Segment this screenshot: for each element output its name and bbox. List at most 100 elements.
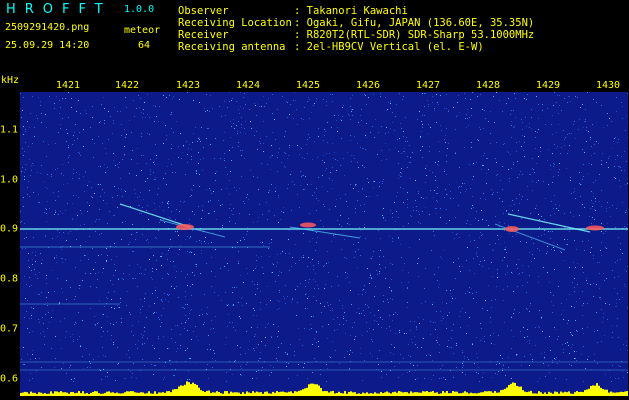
signal-level-bar <box>572 393 574 396</box>
noise-dot <box>559 163 560 164</box>
noise-dot <box>226 381 227 382</box>
noise-dot <box>574 191 575 192</box>
noise-dot <box>189 379 190 380</box>
noise-dot <box>538 118 539 119</box>
noise-dot <box>243 282 244 283</box>
noise-dot <box>161 315 162 316</box>
noise-dot <box>247 194 248 195</box>
noise-dot <box>330 357 331 358</box>
noise-dot <box>303 367 304 368</box>
noise-dot <box>327 142 328 143</box>
noise-dot <box>61 288 62 289</box>
noise-dot <box>411 339 412 340</box>
noise-dot <box>188 318 189 319</box>
noise-dot <box>522 129 523 130</box>
noise-dot <box>392 299 393 300</box>
noise-dot <box>403 188 404 189</box>
noise-dot <box>72 178 73 179</box>
noise-dot <box>255 334 256 335</box>
noise-dot <box>330 310 331 311</box>
noise-dot <box>587 327 588 328</box>
noise-dot <box>327 191 328 192</box>
noise-dot <box>215 276 216 277</box>
noise-dot <box>156 260 157 261</box>
noise-dot <box>358 308 359 309</box>
noise-dot <box>106 261 107 262</box>
noise-dot <box>262 367 263 368</box>
noise-dot <box>38 194 39 195</box>
noise-dot <box>409 371 410 372</box>
noise-dot <box>445 142 446 143</box>
noise-dot <box>598 143 599 144</box>
noise-dot <box>364 285 365 286</box>
noise-dot <box>475 218 476 219</box>
noise-dot <box>149 190 150 191</box>
noise-dot <box>436 340 437 341</box>
signal-level-bar <box>480 392 482 396</box>
noise-dot <box>436 193 437 194</box>
noise-dot <box>496 92 497 93</box>
noise-dot <box>75 296 76 297</box>
noise-dot <box>509 233 510 234</box>
noise-dot <box>234 128 235 129</box>
noise-dot <box>342 305 343 306</box>
noise-dot <box>621 170 622 171</box>
noise-dot <box>591 191 592 192</box>
noise-dot <box>571 193 572 194</box>
noise-dot <box>617 293 618 294</box>
noise-dot <box>561 110 562 111</box>
noise-dot <box>619 366 620 367</box>
noise-dot <box>309 329 310 330</box>
noise-dot <box>324 206 325 207</box>
noise-dot <box>307 101 308 102</box>
noise-dot <box>427 100 428 101</box>
noise-dot <box>297 194 298 195</box>
noise-dot <box>29 277 30 278</box>
noise-dot <box>228 314 229 315</box>
noise-dot <box>326 101 327 102</box>
noise-dot <box>529 252 530 253</box>
noise-dot <box>381 126 382 127</box>
noise-dot <box>615 306 616 307</box>
noise-dot <box>503 144 504 145</box>
signal-level-bar <box>164 392 166 396</box>
noise-dot <box>169 248 170 249</box>
noise-dot <box>207 128 208 129</box>
noise-dot <box>372 126 373 127</box>
noise-dot <box>32 264 33 265</box>
noise-dot <box>527 199 528 200</box>
signal-level-bar <box>622 392 624 396</box>
noise-dot <box>155 106 156 107</box>
noise-dot <box>293 118 294 119</box>
signal-level-bar <box>94 391 96 396</box>
noise-dot <box>355 252 356 253</box>
noise-dot <box>246 197 247 198</box>
noise-dot <box>497 269 498 270</box>
signal-level-bar <box>486 391 488 396</box>
noise-dot <box>438 165 439 166</box>
signal-level-bar <box>22 392 24 396</box>
noise-dot <box>416 206 417 207</box>
capture-datetime: 25.09.29 14:20 <box>5 40 90 51</box>
noise-dot <box>34 127 35 128</box>
noise-dot <box>410 157 411 158</box>
noise-dot <box>559 205 560 206</box>
noise-dot <box>94 193 95 194</box>
noise-dot <box>154 348 155 349</box>
noise-dot <box>117 111 118 112</box>
noise-dot <box>358 191 359 192</box>
noise-dot <box>297 124 298 125</box>
noise-dot <box>154 203 155 204</box>
noise-dot <box>271 272 272 273</box>
noise-dot <box>414 336 415 337</box>
noise-dot <box>368 182 369 183</box>
noise-dot <box>184 308 185 309</box>
noise-dot <box>462 350 463 351</box>
noise-dot <box>205 243 206 244</box>
noise-dot <box>128 350 129 351</box>
noise-dot <box>626 227 627 228</box>
noise-dot <box>408 355 409 356</box>
noise-dot <box>366 196 367 197</box>
noise-dot <box>344 357 345 358</box>
noise-dot <box>271 184 272 185</box>
